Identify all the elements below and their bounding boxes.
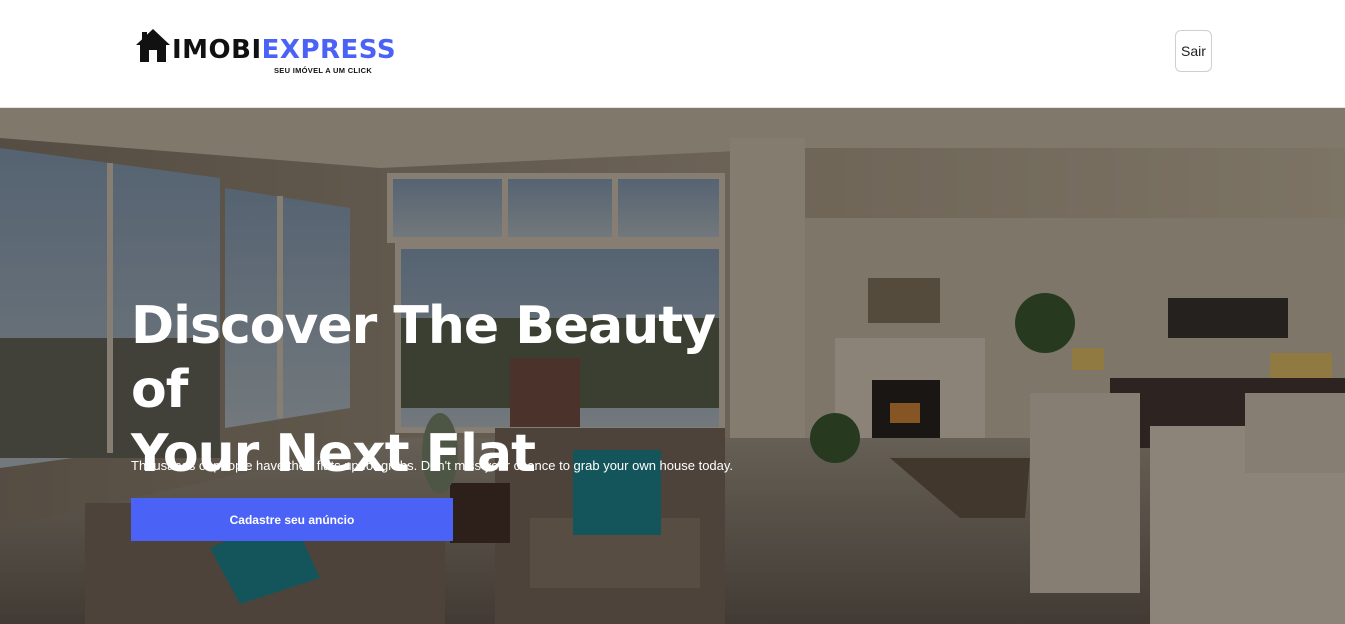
logo-name-part1: IMOBI	[172, 35, 262, 65]
logo-tagline: SEU IMÓVEL A UM CLICK	[274, 66, 373, 75]
logo-wordmark: IMOBIEXPRESS	[172, 36, 396, 64]
logo-name-part2: EXPRESS	[261, 35, 397, 65]
house-icon	[136, 29, 170, 62]
hero-title-line1: Discover The Beauty of	[131, 296, 716, 420]
hero-subtitle: Thousands of people have their flats up …	[131, 458, 734, 473]
hero-section: Discover The Beauty of Your Next Flat Th…	[0, 108, 1345, 624]
hero-title-line2: Your Next Flat	[131, 424, 536, 484]
site-header: IMOBIEXPRESS SEU IMÓVEL A UM CLICK Sair	[0, 0, 1345, 108]
register-listing-button[interactable]: Cadastre seu anúncio	[131, 498, 453, 541]
site-logo[interactable]: IMOBIEXPRESS SEU IMÓVEL A UM CLICK	[134, 26, 396, 76]
logout-button[interactable]: Sair	[1175, 30, 1212, 72]
